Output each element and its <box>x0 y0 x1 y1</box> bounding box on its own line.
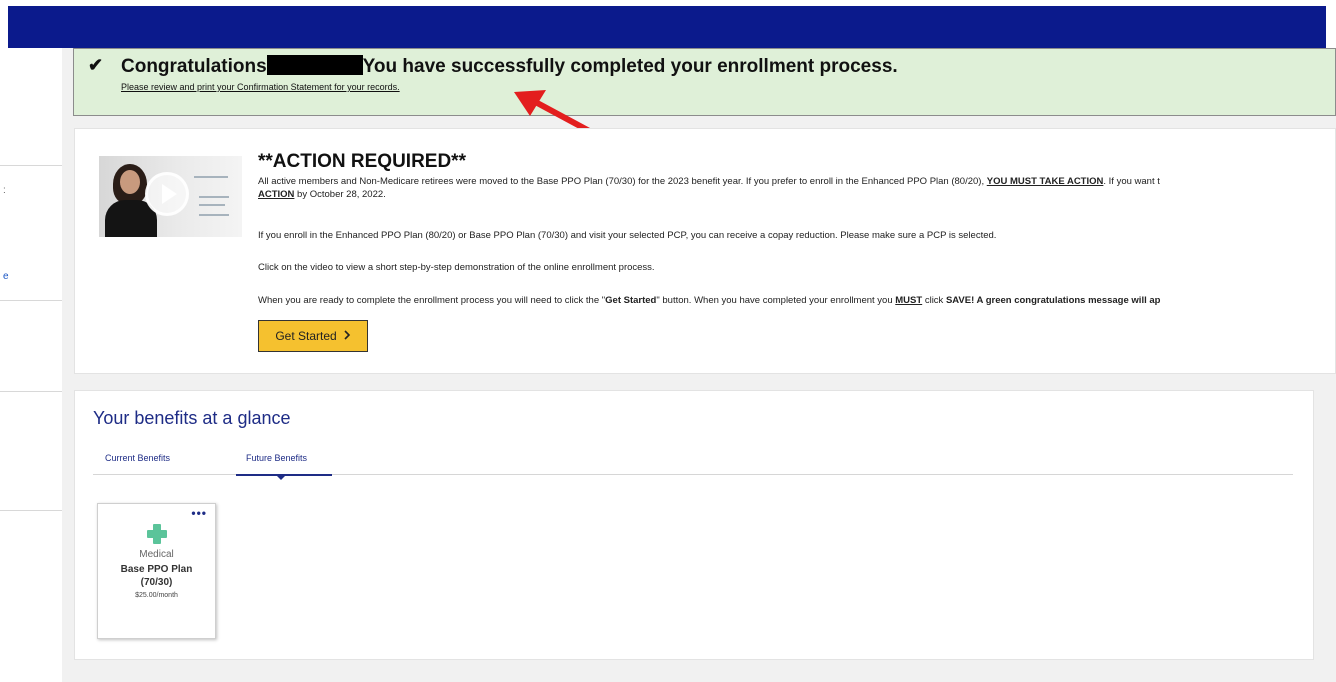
medical-cross-icon-bar <box>147 530 167 538</box>
action-paragraph-3: Click on the video to view a short step-… <box>258 262 655 273</box>
action-paragraph-2: If you enroll in the Enhanced PPO Plan (… <box>258 230 997 241</box>
benefit-category: Medical <box>139 549 174 560</box>
left-sidebar: : e <box>0 48 62 682</box>
plan-name-line-2: (70/30) <box>140 577 173 588</box>
benefit-plan-name: Base PPO Plan (70/30) <box>98 563 215 589</box>
benefit-price: $25.00/month <box>135 592 178 599</box>
tab-current-benefits[interactable]: Current Benefits <box>105 453 170 463</box>
sidebar-divider <box>0 510 62 511</box>
p4-text-cont: " button. When you have completed your e… <box>656 295 896 306</box>
p4-text: When you are ready to complete the enrol… <box>258 295 606 306</box>
p4-save: SAVE! A green congratulations message wi… <box>945 295 1161 306</box>
p1-emphasis: YOU MUST TAKE ACTION <box>986 176 1104 187</box>
play-triangle-icon <box>162 184 177 204</box>
action-paragraph-4: When you are ready to complete the enrol… <box>258 295 1160 306</box>
p1-deadline: by October 28, 2022. <box>294 189 386 200</box>
p1-text-cont: . If you want t <box>1103 176 1160 187</box>
banner-success-text: You have successfully completed your enr… <box>362 56 898 77</box>
sidebar-divider <box>0 391 62 392</box>
sidebar-divider <box>0 300 62 301</box>
get-started-button[interactable]: Get Started <box>258 320 368 352</box>
p4-get-started: Get Started <box>605 295 657 306</box>
checkmark-icon: ✔ <box>88 55 104 75</box>
redacted-name <box>266 55 363 75</box>
success-banner: ✔ Congratulations You have successfully c… <box>73 48 1336 116</box>
p4-click: click <box>922 295 946 306</box>
p1-text: All active members and Non-Medicare reti… <box>258 176 987 187</box>
sidebar-fragment: : <box>3 185 6 196</box>
banner-message: Congratulations You have successfully com… <box>121 55 898 78</box>
slide-graphic <box>199 196 229 198</box>
confirmation-statement-link[interactable]: Please review and print your Confirmatio… <box>121 82 400 92</box>
sidebar-divider <box>0 165 62 166</box>
benefit-tile-medical[interactable]: ••• Medical Base PPO Plan (70/30) $25.00… <box>97 503 216 639</box>
p4-must: MUST <box>895 295 923 306</box>
sidebar-link-fragment[interactable]: e <box>3 271 9 282</box>
tab-future-benefits[interactable]: Future Benefits <box>246 453 307 463</box>
slide-graphic <box>199 214 229 216</box>
enrollment-video-thumbnail[interactable] <box>99 156 242 237</box>
presenter-face <box>120 170 140 194</box>
slide-graphic <box>194 176 228 178</box>
slide-graphic <box>199 204 225 206</box>
get-started-label: Get Started <box>275 329 337 343</box>
caret-down-icon <box>276 475 286 480</box>
benefits-title: Your benefits at a glance <box>93 408 291 428</box>
action-required-card: **ACTION REQUIRED** All active members a… <box>74 128 1336 374</box>
p1-action-word: ACTION <box>258 189 295 200</box>
banner-congrats-word: Congratulations <box>121 56 267 77</box>
plan-name-line-1: Base PPO Plan <box>120 564 193 575</box>
benefits-glance-card: Your benefits at a glance Current Benefi… <box>74 390 1314 660</box>
top-header-bar <box>8 6 1326 48</box>
action-paragraph-1-cont: ACTION by October 28, 2022. <box>258 189 386 200</box>
more-dots-icon[interactable]: ••• <box>191 506 207 520</box>
action-required-title: **ACTION REQUIRED** <box>258 151 466 172</box>
chevron-right-icon <box>343 329 351 343</box>
action-paragraph-1: All active members and Non-Medicare reti… <box>258 176 1160 187</box>
